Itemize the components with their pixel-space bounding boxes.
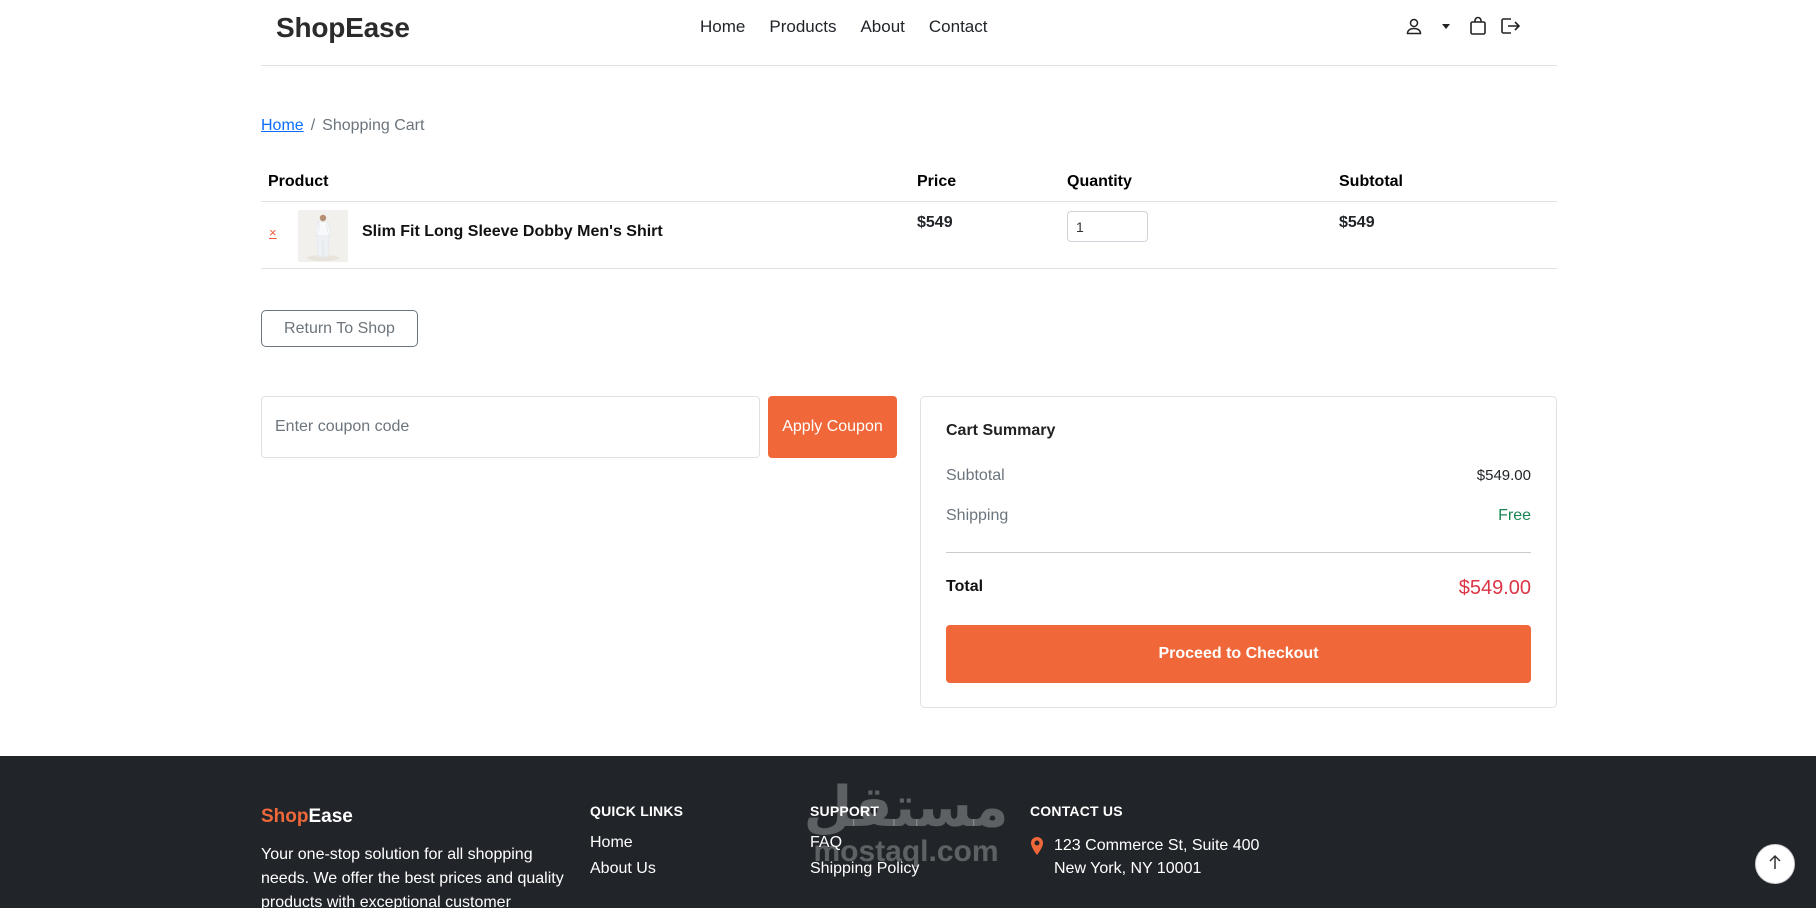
nav-contact[interactable]: Contact [929,17,988,37]
summary-subtotal-row: Subtotal $549.00 [946,467,1531,485]
contact-title: CONTACT US [1030,803,1123,819]
summary-subtotal-value: $549.00 [1476,467,1531,484]
main-nav: Home Products About Contact [700,17,987,37]
summary-divider [946,552,1531,553]
summary-total-value: $549.00 [1458,577,1531,599]
footer-link-about[interactable]: About Us [590,860,683,878]
nav-products[interactable]: Products [769,17,836,37]
column-price: Price [917,173,957,190]
coupon-input[interactable] [261,396,760,458]
scroll-to-top-button[interactable] [1755,844,1795,884]
site-header: ShopEase Home Products About Contact [261,0,1557,66]
footer-brand[interactable]: ShopEase [261,806,353,828]
footer-support: SUPPORT FAQ Shipping Policy [810,803,919,886]
footer-quick-links: QUICK LINKS Home About Us [590,803,683,886]
product-name[interactable]: Slim Fit Long Sleeve Dobby Men's Shirt [362,223,663,241]
nav-about[interactable]: About [860,17,904,37]
brand-logo[interactable]: ShopEase [276,12,410,44]
remove-item-button[interactable]: × [269,225,277,240]
location-pin-icon [1030,837,1044,880]
arrow-up-icon [1768,854,1782,875]
proceed-to-checkout-button[interactable]: Proceed to Checkout [946,625,1531,683]
shopping-bag-icon[interactable] [1467,15,1489,37]
quick-links-title: QUICK LINKS [590,803,684,819]
address-line-2: New York, NY 10001 [1054,860,1202,877]
product-price: $549 [917,214,953,231]
column-subtotal: Subtotal [1339,173,1403,190]
breadcrumb: Home / Shopping Cart [261,117,424,135]
logout-icon[interactable] [1499,15,1521,37]
quantity-input[interactable] [1067,211,1148,242]
table-row: × Slim Fit Long Sleeve Dobby Men's Shirt… [261,202,1557,269]
apply-coupon-button[interactable]: Apply Coupon [768,396,897,458]
header-actions [1403,15,1521,37]
footer-address: 123 Commerce St, Suite 400 New York, NY … [1030,834,1259,880]
product-subtotal: $549 [1339,214,1375,231]
user-icon[interactable] [1403,15,1425,37]
breadcrumb-home[interactable]: Home [261,117,304,134]
footer-link-home[interactable]: Home [590,834,683,852]
product-thumbnail[interactable] [298,210,348,262]
column-quantity: Quantity [1067,173,1132,190]
address-line-1: 123 Commerce St, Suite 400 [1054,837,1260,854]
column-product: Product [268,173,329,190]
footer-brand-rest: Ease [308,806,353,827]
summary-shipping-value: Free [1498,507,1531,524]
footer-brand-accent: Shop [261,806,309,827]
summary-shipping-row: Shipping Free [946,507,1531,525]
summary-title: Cart Summary [946,422,1056,439]
return-to-shop-button[interactable]: Return To Shop [261,310,418,347]
breadcrumb-current: Shopping Cart [322,117,425,134]
footer-link-faq[interactable]: FAQ [810,834,919,852]
caret-down-icon[interactable] [1435,15,1457,37]
summary-subtotal-label: Subtotal [946,467,1005,484]
nav-home[interactable]: Home [700,17,745,37]
summary-shipping-label: Shipping [946,507,1009,524]
cart-summary: Cart Summary Subtotal $549.00 Shipping F… [920,396,1557,708]
footer-link-shipping-policy[interactable]: Shipping Policy [810,860,919,878]
cart-table-header: Product Price Quantity Subtotal [261,167,1557,202]
footer-description: Your one-stop solution for all shopping … [261,846,564,908]
breadcrumb-separator: / [310,117,316,134]
summary-total-label: Total [946,578,984,595]
cart-table: Product Price Quantity Subtotal × Slim F… [261,167,1557,269]
site-footer: ShopEase Your one-stop solution for all … [0,756,1816,908]
footer-contact: CONTACT US 123 Commerce St, Suite 400 Ne… [1030,803,1259,880]
support-title: SUPPORT [810,803,880,819]
